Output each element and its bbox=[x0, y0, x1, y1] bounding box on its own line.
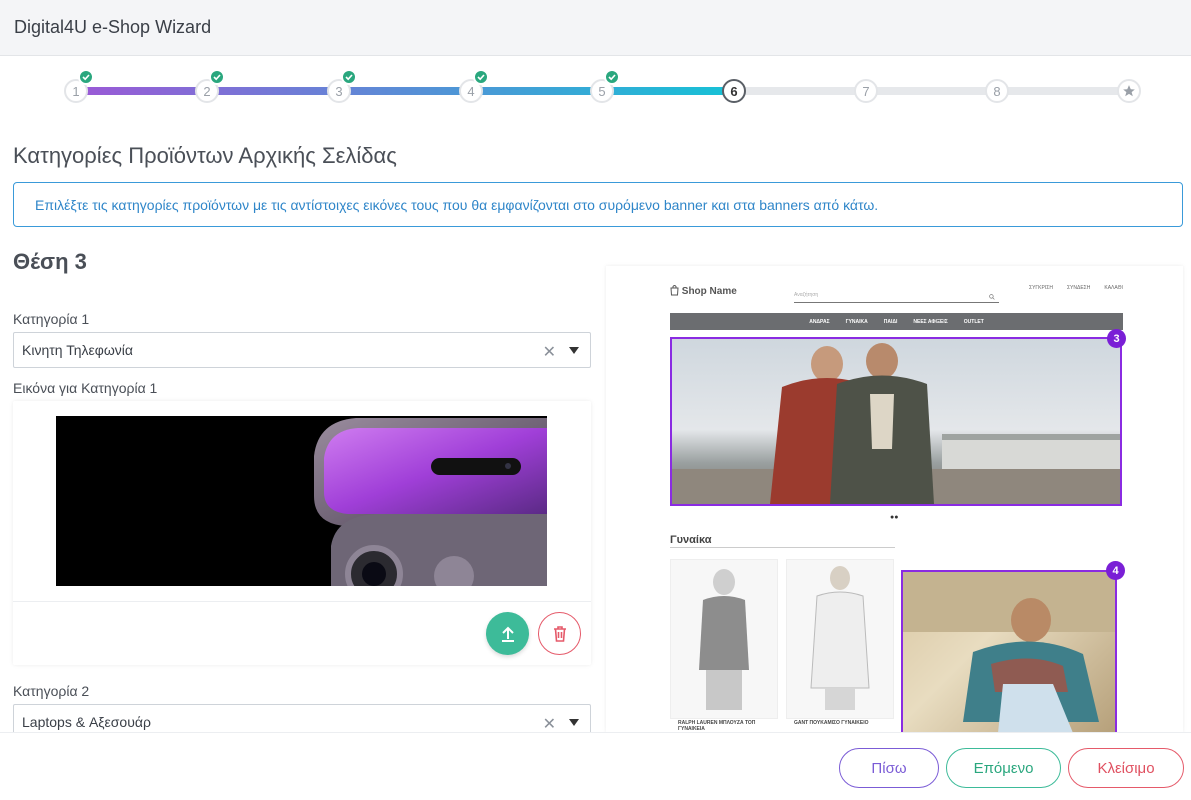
image1-label: Εικόνα για Κατηγορία 1 bbox=[13, 380, 158, 396]
card-divider bbox=[13, 601, 591, 602]
preview-product-1: RALPH LAUREN ΜΠΛΟΥΖΑ ΤΟΠ ΓΥΝΑΙΚΕΙΑ bbox=[670, 559, 778, 732]
check-icon bbox=[341, 69, 357, 85]
search-icon bbox=[989, 294, 995, 300]
preview-section-title: Γυναίκα bbox=[670, 534, 712, 546]
wizard-stepper: 1 2 3 4 5 6 7 8 bbox=[0, 56, 1191, 126]
check-icon bbox=[473, 69, 489, 85]
layout-preview: Shop Name Αναζήτηση ΣΥΓΚΡΙΣΗ ΣΥΝΔΕΣΗ ΚΑΛ… bbox=[606, 266, 1183, 732]
carousel-dots: ●● bbox=[890, 514, 899, 521]
close-button[interactable]: Κλείσιμο bbox=[1068, 748, 1184, 788]
product-2-caption: GANT ΠΟΥΚΑΜΙΣΟ ΓΥΝΑΙΚΕΙΟ bbox=[794, 720, 869, 726]
chevron-down-icon[interactable] bbox=[569, 347, 579, 354]
compare-icon: ΣΥΓΚΡΙΣΗ bbox=[1029, 285, 1053, 291]
section-title: Θέση 3 bbox=[13, 249, 87, 274]
check-icon bbox=[209, 69, 225, 85]
info-message: Επιλέξτε τις κατηγορίες προϊόντων με τις… bbox=[13, 182, 1183, 227]
page-title: Κατηγορίες Προϊόντων Αρχικής Σελίδας bbox=[13, 143, 397, 168]
preview-nav: ΑΝΔΡΑΣ ΓΥΝΑΙΚΑ ΠΑΙΔΙ ΝΕΕΣ ΑΦΙΞΕΙΣ OUTLET bbox=[670, 313, 1123, 330]
info-text: Επιλέξτε τις κατηγορίες προϊόντων με τις… bbox=[35, 196, 879, 213]
preview-header-icons: ΣΥΓΚΡΙΣΗ ΣΥΝΔΕΣΗ ΚΑΛΑΘΙ bbox=[1029, 285, 1123, 291]
cart-icon: ΚΑΛΑΘΙ bbox=[1104, 285, 1123, 291]
trash-icon bbox=[553, 625, 566, 642]
check-icon bbox=[604, 69, 620, 85]
step-1[interactable]: 1 bbox=[64, 69, 94, 103]
upload-icon bbox=[501, 626, 514, 642]
window-title: Digital4U e-Shop Wizard bbox=[14, 17, 212, 37]
back-button[interactable]: Πίσω bbox=[839, 748, 939, 788]
category1-value: Κινητη Τηλεφωνία bbox=[22, 342, 133, 358]
section-underline bbox=[670, 547, 895, 548]
delete-button[interactable] bbox=[538, 612, 581, 655]
category2-value: Laptops & Αξεσουάρ bbox=[22, 714, 151, 730]
step-final[interactable] bbox=[1117, 79, 1141, 103]
check-icon bbox=[78, 69, 94, 85]
clear-icon[interactable]: ✕ bbox=[543, 342, 556, 362]
bag-icon bbox=[670, 285, 679, 296]
step-7[interactable]: 7 bbox=[854, 79, 878, 103]
category1-image bbox=[56, 416, 547, 586]
star-icon bbox=[1123, 85, 1135, 97]
category2-label: Κατηγορία 2 bbox=[13, 683, 90, 699]
user-icon: ΣΥΝΔΕΣΗ bbox=[1066, 285, 1091, 291]
clear-icon[interactable]: ✕ bbox=[543, 714, 556, 734]
hero-position-badge: 3 bbox=[1107, 329, 1126, 348]
step-6[interactable]: 6 bbox=[722, 79, 746, 103]
chevron-down-icon[interactable] bbox=[569, 719, 579, 726]
step-4[interactable]: 4 bbox=[459, 69, 489, 103]
step-5[interactable]: 5 bbox=[590, 69, 620, 103]
preview-logo: Shop Name bbox=[670, 284, 737, 297]
step-2[interactable]: 2 bbox=[195, 69, 225, 103]
step-3[interactable]: 3 bbox=[327, 69, 357, 103]
wizard-footer: Πίσω Επόμενο Κλείσιμο bbox=[0, 732, 1191, 800]
image1-card bbox=[13, 401, 591, 665]
progress-done bbox=[76, 87, 735, 95]
preview-search: Αναζήτηση bbox=[794, 292, 999, 303]
promo-position-badge: 4 bbox=[1106, 561, 1125, 580]
category1-label: Κατηγορία 1 bbox=[13, 311, 90, 327]
step-8[interactable]: 8 bbox=[985, 79, 1009, 103]
category1-select[interactable]: Κινητη Τηλεφωνία ✕ bbox=[13, 332, 591, 368]
next-button[interactable]: Επόμενο bbox=[946, 748, 1061, 788]
preview-hero-banner bbox=[670, 337, 1122, 506]
progress-pending bbox=[735, 87, 1130, 95]
window-titlebar: Digital4U e-Shop Wizard bbox=[0, 0, 1191, 56]
product-1-caption: RALPH LAUREN ΜΠΛΟΥΖΑ ΤΟΠ ΓΥΝΑΙΚΕΙΑ bbox=[678, 720, 756, 732]
preview-product-2: GANT ΠΟΥΚΑΜΙΣΟ ΓΥΝΑΙΚΕΙΟ bbox=[786, 559, 894, 726]
upload-button[interactable] bbox=[486, 612, 529, 655]
preview-promo-banner bbox=[901, 570, 1117, 732]
